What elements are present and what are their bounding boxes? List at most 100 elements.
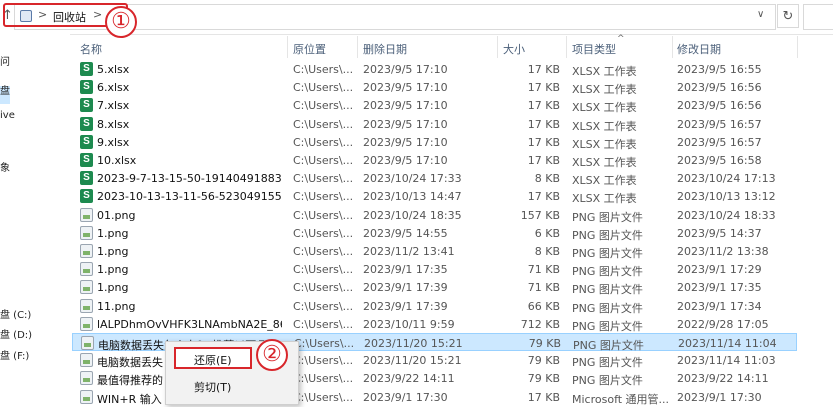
file-size: 79 KB bbox=[527, 354, 560, 367]
breadcrumb-recycle-bin[interactable]: 回收站 bbox=[53, 9, 86, 25]
column-header: 名称 原位置 删除日期 大小 项目类型 ^ 修改日期 bbox=[72, 34, 833, 58]
file-location: C:\Users\... bbox=[293, 99, 354, 112]
png-icon bbox=[80, 244, 93, 258]
column-divider[interactable] bbox=[566, 36, 567, 58]
file-type: PNG 图片文件 bbox=[572, 265, 643, 278]
column-divider[interactable] bbox=[797, 36, 798, 58]
column-location[interactable]: 原位置 bbox=[293, 41, 326, 57]
file-deleted-date: 2023/9/1 17:35 bbox=[363, 263, 448, 276]
xlsx-icon: S bbox=[80, 80, 93, 94]
file-location: C:\Users\... bbox=[293, 63, 354, 76]
png-icon bbox=[80, 299, 93, 313]
address-dropdown-icon[interactable]: ∨ bbox=[757, 9, 764, 20]
file-modified-date: 2023/10/13 13:12 bbox=[677, 190, 776, 203]
file-type: XLSX 工作表 bbox=[572, 65, 637, 78]
file-type: PNG 图片文件 bbox=[572, 356, 643, 369]
file-name: 1.png bbox=[97, 281, 129, 294]
file-modified-date: 2023/11/2 13:38 bbox=[677, 245, 769, 258]
context-menu-restore[interactable]: 还原(E) bbox=[194, 352, 232, 368]
search-input[interactable] bbox=[803, 4, 833, 30]
table-row[interactable]: S 8.xlsx C:\Users\... 2023/9/5 17:10 17 KB XL… bbox=[72, 115, 797, 133]
column-divider[interactable] bbox=[287, 36, 288, 58]
file-deleted-date: 2023/9/5 17:10 bbox=[363, 118, 448, 131]
column-size[interactable]: 大小 bbox=[503, 41, 525, 57]
column-type[interactable]: 项目类型 bbox=[572, 41, 616, 57]
file-type: PNG 图片文件 bbox=[572, 302, 643, 315]
file-size: 8 KB bbox=[534, 172, 560, 185]
file-modified-date: 2023/9/1 17:34 bbox=[677, 300, 762, 313]
file-location: C:\Users\... bbox=[293, 209, 354, 222]
file-modified-date: 2023/9/22 14:11 bbox=[677, 372, 769, 385]
nav-item-quick-access[interactable]: 问 bbox=[0, 53, 10, 68]
file-modified-date: 2023/9/5 16:56 bbox=[677, 99, 762, 112]
nav-item-drive-c[interactable]: 盘 (C:) bbox=[0, 306, 31, 321]
table-row[interactable]: S 9.xlsx C:\Users\... 2023/9/5 17:10 17 KB XL… bbox=[72, 133, 797, 151]
table-row[interactable]: lALPDhmOvVHFK3LNAmbNA2E_86... C:\Users\..… bbox=[72, 315, 797, 333]
file-deleted-date: 2023/9/5 17:10 bbox=[363, 154, 448, 167]
file-size: 712 KB bbox=[520, 318, 560, 331]
file-modified-date: 2023/9/1 17:35 bbox=[677, 281, 762, 294]
table-row[interactable]: S 7.xlsx C:\Users\... 2023/9/5 17:10 17 KB XL… bbox=[72, 96, 797, 114]
file-deleted-date: 2023/9/5 14:55 bbox=[363, 227, 448, 240]
file-location: C:\Users\... bbox=[293, 391, 354, 404]
file-deleted-date: 2023/9/5 17:10 bbox=[363, 99, 448, 112]
file-location: C:\Users\... bbox=[293, 354, 354, 367]
file-type: PNG 图片文件 bbox=[572, 229, 643, 242]
column-divider[interactable] bbox=[357, 36, 358, 58]
file-deleted-date: 2023/11/20 15:21 bbox=[364, 337, 463, 350]
breadcrumb-separator-icon[interactable]: > bbox=[38, 8, 47, 21]
file-type: PNG 图片文件 bbox=[572, 374, 643, 387]
column-modified[interactable]: 修改日期 bbox=[677, 41, 721, 57]
png-icon bbox=[80, 353, 93, 367]
file-type: XLSX 工作表 bbox=[572, 138, 637, 151]
file-deleted-date: 2023/11/2 13:41 bbox=[363, 245, 455, 258]
table-row[interactable]: S 2023-10-13-13-11-56-5230491553... C:\Use… bbox=[72, 187, 797, 205]
file-name: 1.png bbox=[97, 263, 129, 276]
file-name: 1.png bbox=[97, 245, 129, 258]
png-icon bbox=[80, 317, 93, 331]
file-location: C:\Users\... bbox=[294, 337, 355, 350]
table-row[interactable]: 1.png C:\Users\... 2023/9/1 17:39 71 KB PNG … bbox=[72, 278, 797, 296]
file-deleted-date: 2023/9/22 14:11 bbox=[363, 372, 455, 385]
nav-item-objects[interactable]: 象 bbox=[0, 159, 10, 174]
xlsx-icon: S bbox=[80, 62, 93, 76]
annotation-marker-1: ① bbox=[105, 6, 137, 38]
file-modified-date: 2023/9/5 16:55 bbox=[677, 63, 762, 76]
file-location: C:\Users\... bbox=[293, 227, 354, 240]
table-row[interactable]: S 5.xlsx C:\Users\... 2023/9/5 17:10 17 KB XL… bbox=[72, 60, 797, 78]
xlsx-icon: S bbox=[80, 117, 93, 131]
context-menu-cut[interactable]: 剪切(T) bbox=[194, 379, 231, 395]
nav-item-drive-f[interactable]: 盘 (F:) bbox=[0, 347, 29, 362]
png-icon bbox=[80, 208, 93, 222]
file-deleted-date: 2023/10/24 17:33 bbox=[363, 172, 462, 185]
column-name[interactable]: 名称 bbox=[80, 41, 102, 57]
png-icon bbox=[80, 226, 93, 240]
table-row[interactable]: S 2023-9-7-13-15-50-191404918837... C:\Use… bbox=[72, 169, 797, 187]
table-row[interactable]: 1.png C:\Users\... 2023/9/5 14:55 6 KB PNG 图… bbox=[72, 224, 797, 242]
nav-item-onedrive[interactable]: ive bbox=[0, 110, 15, 121]
file-modified-date: 2023/9/5 14:37 bbox=[677, 227, 762, 240]
column-divider[interactable] bbox=[672, 36, 673, 58]
file-size: 17 KB bbox=[527, 391, 560, 404]
file-type: XLSX 工作表 bbox=[572, 156, 637, 169]
file-type: PNG 图片文件 bbox=[572, 320, 643, 333]
file-deleted-date: 2023/9/1 17:39 bbox=[363, 300, 448, 313]
table-row[interactable]: 1.png C:\Users\... 2023/11/2 13:41 8 KB PNG … bbox=[72, 242, 797, 260]
column-deleted[interactable]: 删除日期 bbox=[363, 41, 407, 57]
file-size: 71 KB bbox=[527, 263, 560, 276]
file-modified-date: 2023/11/14 11:03 bbox=[677, 354, 776, 367]
nav-item-disk[interactable]: 盘 bbox=[0, 82, 10, 97]
file-type: PNG 图片文件 bbox=[572, 211, 643, 224]
file-location: C:\Users\... bbox=[293, 300, 354, 313]
refresh-button[interactable]: ↻ bbox=[777, 4, 799, 28]
file-name: lALPDhmOvVHFK3LNAmbNA2E_86... bbox=[97, 318, 282, 331]
file-location: C:\Users\... bbox=[293, 281, 354, 294]
table-row[interactable]: S 6.xlsx C:\Users\... 2023/9/5 17:10 17 KB XL… bbox=[72, 78, 797, 96]
breadcrumb-separator-icon[interactable]: > bbox=[93, 8, 102, 21]
table-row[interactable]: 01.png C:\Users\... 2023/10/24 18:35 157 KB… bbox=[72, 206, 797, 224]
table-row[interactable]: S 10.xlsx C:\Users\... 2023/9/5 17:10 17 KB X… bbox=[72, 151, 797, 169]
table-row[interactable]: 1.png C:\Users\... 2023/9/1 17:35 71 KB PNG … bbox=[72, 260, 797, 278]
nav-item-drive-d[interactable]: 盘 (D:) bbox=[0, 326, 32, 341]
column-divider[interactable] bbox=[497, 36, 498, 58]
table-row[interactable]: 11.png C:\Users\... 2023/9/1 17:39 66 KB PNG… bbox=[72, 297, 797, 315]
